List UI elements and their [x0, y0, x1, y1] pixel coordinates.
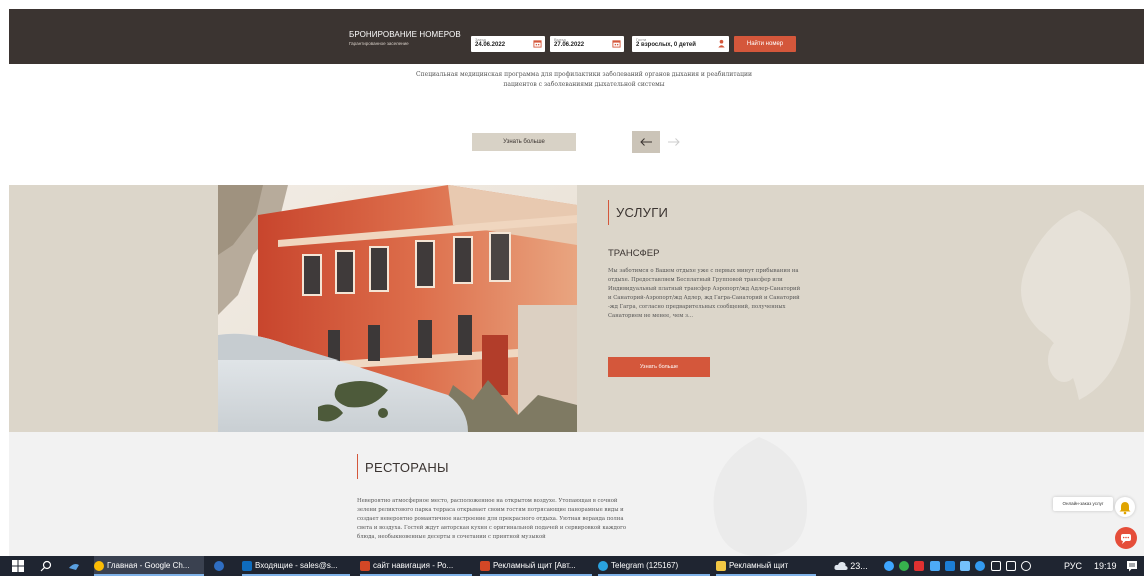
monitor-icon [1005, 560, 1016, 571]
taskbar-item-telegram[interactable]: Telegram (125167) [598, 556, 710, 576]
arrow-right-icon [668, 138, 680, 146]
shield-icon [899, 560, 910, 571]
building-with-car-image [218, 185, 577, 432]
powerpoint-icon [480, 561, 490, 571]
checkin-value: 24.06.2022 [475, 42, 506, 48]
guests-field[interactable]: Гости 2 взрослых, 0 детей [632, 36, 729, 52]
taskbar: Главная - Google Ch... Входящие - sales@… [0, 556, 1144, 576]
guests-value: 2 взрослых, 0 детей [636, 42, 696, 48]
outlook-icon [242, 561, 252, 571]
app-icon [69, 563, 79, 570]
calendar-icon[interactable] [612, 39, 621, 48]
taskbar-item-label: Рекламный щит [Авт... [493, 561, 576, 570]
booking-title-text: БРОНИРОВАНИЕ НОМЕРОВ [349, 30, 461, 39]
restaurants-text: Невероятно атмосферное место, расположен… [357, 498, 627, 541]
taskbar-item-folder[interactable]: Рекламный щит [716, 556, 816, 576]
transfer-text: Мы заботимся о Вашем отдыхе уже с первых… [608, 268, 801, 319]
windows-icon [12, 559, 24, 572]
search-button[interactable] [40, 556, 56, 576]
calendar-icon[interactable] [533, 39, 542, 48]
cloud-icon [834, 561, 848, 570]
booking-title: БРОНИРОВАНИЕ НОМЕРОВ Гарантированное зас… [349, 30, 461, 46]
program-more-button[interactable]: Узнать больше [472, 133, 576, 151]
person-icon [718, 39, 725, 48]
find-room-button[interactable]: Найти номер [734, 36, 796, 52]
display-icon [990, 560, 1001, 571]
transfer-more-button[interactable]: Узнать больше [608, 357, 710, 377]
bell-icon [1119, 502, 1131, 515]
notifications-button[interactable] [1126, 556, 1138, 576]
decorative-leaf-shape [713, 437, 808, 556]
transfer-title: ТРАНСФЕР [608, 248, 660, 259]
network-app-icon [960, 560, 971, 571]
tray-app-icon [884, 560, 894, 571]
volume-icon [1021, 560, 1032, 571]
tray-icons[interactable] [884, 556, 1034, 576]
taskbar-pinned-app[interactable] [68, 556, 86, 576]
taskbar-item-label: Рекламный щит [729, 561, 789, 570]
booking-subtitle: Гарантированное заселение [349, 41, 409, 46]
restaurants-title-accent [357, 454, 358, 479]
checkin-field[interactable]: Заезд 24.06.2022 [471, 36, 545, 52]
mail-icon [929, 560, 940, 571]
taskbar-item-powerpoint-1[interactable]: сайт навигация - Ро... [360, 556, 472, 576]
notification-icon [1127, 560, 1137, 572]
weather-widget[interactable]: 23... [834, 556, 868, 576]
services-section [9, 185, 1144, 432]
top-strip [0, 0, 1144, 9]
taskbar-item-label: сайт навигация - Ро... [373, 561, 454, 570]
services-title-accent [608, 200, 609, 225]
taskbar-item-outlook[interactable]: Входящие - sales@s... [242, 556, 350, 576]
weather-text: 23... [850, 561, 868, 571]
taskbar-item-label: Входящие - sales@s... [255, 561, 338, 570]
chat-button[interactable] [1115, 527, 1137, 549]
language-indicator[interactable]: РУС [1064, 556, 1082, 576]
bell-button[interactable] [1115, 497, 1135, 517]
taskbar-item-powerpoint-2[interactable]: Рекламный щит [Авт... [480, 556, 592, 576]
chrome-icon [94, 561, 104, 571]
slider-next-button[interactable] [660, 131, 688, 153]
tray-red-icon [914, 560, 925, 571]
taskbar-item-label: Telegram (125167) [611, 561, 679, 570]
powerpoint-icon [360, 561, 370, 571]
folder-icon [716, 561, 726, 571]
search-icon [40, 560, 52, 572]
chat-tray-icon [975, 560, 986, 571]
taskbar-item-chrome[interactable]: Главная - Google Ch... [94, 556, 204, 576]
app-icon [214, 560, 224, 571]
online-order-label[interactable]: Онлайн-заказ услуг [1053, 497, 1113, 511]
taskbar-item-app[interactable] [214, 556, 232, 576]
services-title: УСЛУГИ [616, 205, 669, 220]
outlook-icon [944, 560, 955, 571]
clock[interactable]: 19:19 [1094, 556, 1117, 576]
taskbar-item-label: Главная - Google Ch... [107, 561, 190, 570]
telegram-icon [598, 561, 608, 571]
transfer-photo [218, 185, 577, 432]
start-button[interactable] [12, 556, 30, 576]
slider-prev-button[interactable] [632, 131, 660, 153]
checkout-field[interactable]: Выезд 27.06.2022 [550, 36, 624, 52]
program-description: Специальная медицинская программа для пр… [416, 71, 752, 88]
decorative-leaf-shape [1021, 210, 1131, 400]
chat-icon [1121, 534, 1131, 544]
restaurants-title: РЕСТОРАНЫ [365, 460, 449, 475]
checkout-value: 27.06.2022 [554, 42, 585, 48]
arrow-left-icon [640, 138, 652, 146]
